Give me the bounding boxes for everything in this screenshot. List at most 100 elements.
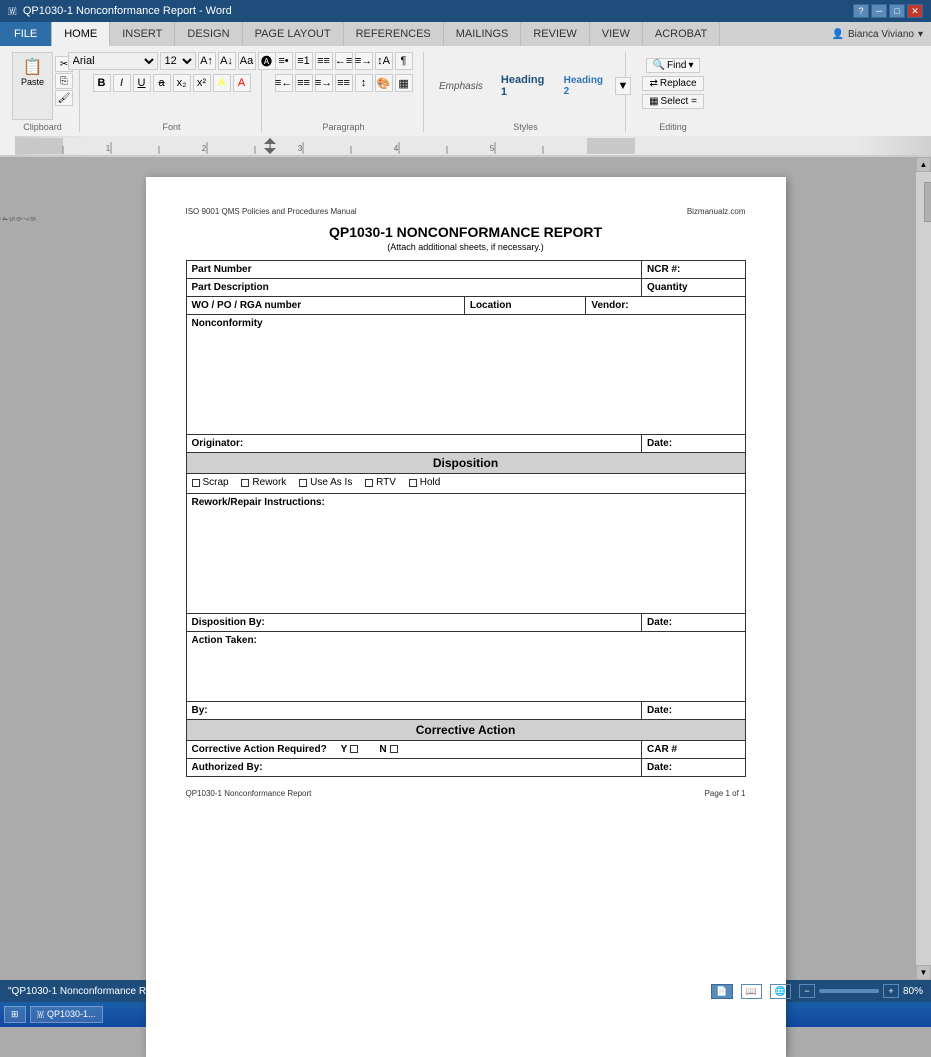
zoom-slider[interactable] bbox=[819, 989, 879, 993]
scroll-down-button[interactable]: ▼ bbox=[916, 965, 931, 980]
view-web-button[interactable]: 🌐 bbox=[770, 984, 791, 999]
yes-checkbox[interactable] bbox=[350, 745, 358, 753]
table-row: Originator: Date: bbox=[186, 435, 745, 453]
scrap-checkbox-item[interactable]: Scrap bbox=[192, 477, 229, 488]
table-row: Part Description Quantity bbox=[186, 279, 745, 297]
close-button[interactable]: ✕ bbox=[907, 4, 923, 18]
multilevel-button[interactable]: ≡≡ bbox=[315, 52, 333, 70]
disposition-header: Disposition bbox=[186, 453, 745, 474]
rework-checkbox-item[interactable]: Rework bbox=[241, 477, 286, 488]
tab-acrobat[interactable]: ACROBAT bbox=[643, 22, 720, 46]
find-button[interactable]: 🔍 Find ▾ bbox=[646, 58, 701, 73]
shading-button[interactable]: 🎨 bbox=[375, 74, 393, 92]
location-label: Location bbox=[464, 297, 586, 315]
sort-button[interactable]: ↕A bbox=[375, 52, 393, 70]
minimize-button[interactable]: ─ bbox=[871, 4, 887, 18]
increase-indent-button[interactable]: ≡→ bbox=[355, 52, 373, 70]
font-color-button[interactable]: A bbox=[233, 74, 251, 92]
paragraph-label: Paragraph bbox=[270, 120, 417, 132]
rework-checkbox[interactable] bbox=[241, 479, 249, 487]
window-controls[interactable]: ? ─ □ ✕ bbox=[853, 4, 923, 18]
replace-button[interactable]: ⇄ Replace bbox=[642, 76, 703, 91]
align-right-button[interactable]: ≡→ bbox=[315, 74, 333, 92]
view-print-button[interactable]: 📄 bbox=[711, 984, 732, 999]
justify-button[interactable]: ≡≡ bbox=[335, 74, 353, 92]
use-as-is-checkbox[interactable] bbox=[299, 479, 307, 487]
document-area: 1 2 3 4 5 6 7 8 ISO 9001 QMS Policies an… bbox=[0, 157, 931, 980]
increase-font-button[interactable]: A↑ bbox=[198, 52, 216, 70]
part-description-label: Part Description bbox=[186, 279, 642, 297]
hold-checkbox[interactable] bbox=[409, 479, 417, 487]
format-painter-button[interactable]: 🖌 bbox=[55, 90, 73, 106]
numbering-button[interactable]: ≡1 bbox=[295, 52, 313, 70]
tab-insert[interactable]: INSERT bbox=[110, 22, 175, 46]
copy-button[interactable]: ⎘ bbox=[55, 73, 73, 89]
align-center-button[interactable]: ≡≡ bbox=[295, 74, 313, 92]
ruler-bar: 1 2 3 4 5 bbox=[15, 136, 931, 155]
scroll-thumb[interactable] bbox=[924, 182, 931, 222]
yes-checkbox-item[interactable]: Y bbox=[341, 744, 359, 755]
tab-design[interactable]: DESIGN bbox=[175, 22, 242, 46]
decrease-font-button[interactable]: A↓ bbox=[218, 52, 236, 70]
decrease-indent-button[interactable]: ←≡ bbox=[335, 52, 353, 70]
word-taskbar-button[interactable]: 🇼 QP1030-1... bbox=[30, 1006, 103, 1023]
tab-file[interactable]: FILE bbox=[0, 22, 52, 46]
zoom-in-button[interactable]: + bbox=[883, 984, 899, 998]
originator-label: Originator: bbox=[186, 435, 642, 453]
bold-button[interactable]: B bbox=[93, 74, 111, 92]
vendor-label: Vendor: bbox=[586, 297, 745, 315]
style-heading2[interactable]: Heading 2 bbox=[557, 72, 612, 100]
select-icon: ▦ bbox=[649, 96, 658, 107]
rtv-checkbox[interactable] bbox=[365, 479, 373, 487]
ruler: 1 2 3 4 5 bbox=[0, 136, 931, 156]
line-spacing-button[interactable]: ↕ bbox=[355, 74, 373, 92]
rtv-checkbox-item[interactable]: RTV bbox=[365, 477, 396, 488]
svg-text:5: 5 bbox=[490, 144, 495, 153]
paste-button[interactable]: 📋 Paste bbox=[12, 52, 53, 120]
table-row: Disposition bbox=[186, 453, 745, 474]
nonconformity-field[interactable]: Nonconformity bbox=[186, 315, 745, 435]
border-button[interactable]: ▦ bbox=[395, 74, 413, 92]
page-header: ISO 9001 QMS Policies and Procedures Man… bbox=[186, 207, 746, 216]
find-icon: 🔍 bbox=[653, 60, 665, 71]
start-button[interactable]: ⊞ bbox=[4, 1006, 26, 1023]
superscript-button[interactable]: x² bbox=[193, 74, 211, 92]
tab-review[interactable]: REVIEW bbox=[521, 22, 589, 46]
italic-button[interactable]: I bbox=[113, 74, 131, 92]
tab-mailings[interactable]: MAILINGS bbox=[444, 22, 522, 46]
hold-checkbox-item[interactable]: Hold bbox=[409, 477, 441, 488]
use-as-is-checkbox-item[interactable]: Use As Is bbox=[299, 477, 352, 488]
strikethrough-button[interactable]: a bbox=[153, 74, 171, 92]
table-row: Part Number NCR #: bbox=[186, 261, 745, 279]
bullets-button[interactable]: ≡• bbox=[275, 52, 293, 70]
show-marks-button[interactable]: ¶ bbox=[395, 52, 413, 70]
select-button[interactable]: ▦ Select = bbox=[642, 94, 704, 109]
vertical-scrollbar[interactable]: ▲ ▼ bbox=[916, 157, 931, 980]
restore-button[interactable]: □ bbox=[889, 4, 905, 18]
underline-button[interactable]: U bbox=[133, 74, 151, 92]
tab-view[interactable]: VIEW bbox=[590, 22, 643, 46]
zoom-out-button[interactable]: − bbox=[799, 984, 815, 998]
text-highlight-button[interactable]: A bbox=[213, 74, 231, 92]
tab-home[interactable]: HOME bbox=[52, 22, 110, 46]
action-taken-field[interactable]: Action Taken: bbox=[186, 631, 745, 701]
scroll-up-button[interactable]: ▲ bbox=[916, 157, 931, 172]
style-emphasis[interactable]: Emphasis bbox=[432, 78, 490, 95]
help-button[interactable]: ? bbox=[853, 4, 869, 18]
no-checkbox[interactable] bbox=[390, 745, 398, 753]
tab-references[interactable]: REFERENCES bbox=[344, 22, 444, 46]
table-row: Rework/Repair Instructions: bbox=[186, 493, 745, 613]
rework-instructions-field[interactable]: Rework/Repair Instructions: bbox=[186, 493, 745, 613]
zoom-controls[interactable]: − + 80% bbox=[799, 984, 923, 998]
scrap-checkbox[interactable] bbox=[192, 479, 200, 487]
view-read-button[interactable]: 📖 bbox=[741, 984, 762, 999]
header-right: Bizmanualz.com bbox=[687, 207, 746, 216]
style-heading1[interactable]: Heading 1 bbox=[494, 71, 553, 101]
font-size-select[interactable]: 12 bbox=[160, 52, 196, 70]
no-checkbox-item[interactable]: N bbox=[379, 744, 397, 755]
align-left-button[interactable]: ≡← bbox=[275, 74, 293, 92]
change-case-button[interactable]: Aa bbox=[238, 52, 256, 70]
subscript-button[interactable]: x₂ bbox=[173, 74, 191, 92]
tab-page-layout[interactable]: PAGE LAYOUT bbox=[243, 22, 344, 46]
font-family-select[interactable]: Arial bbox=[68, 52, 158, 70]
